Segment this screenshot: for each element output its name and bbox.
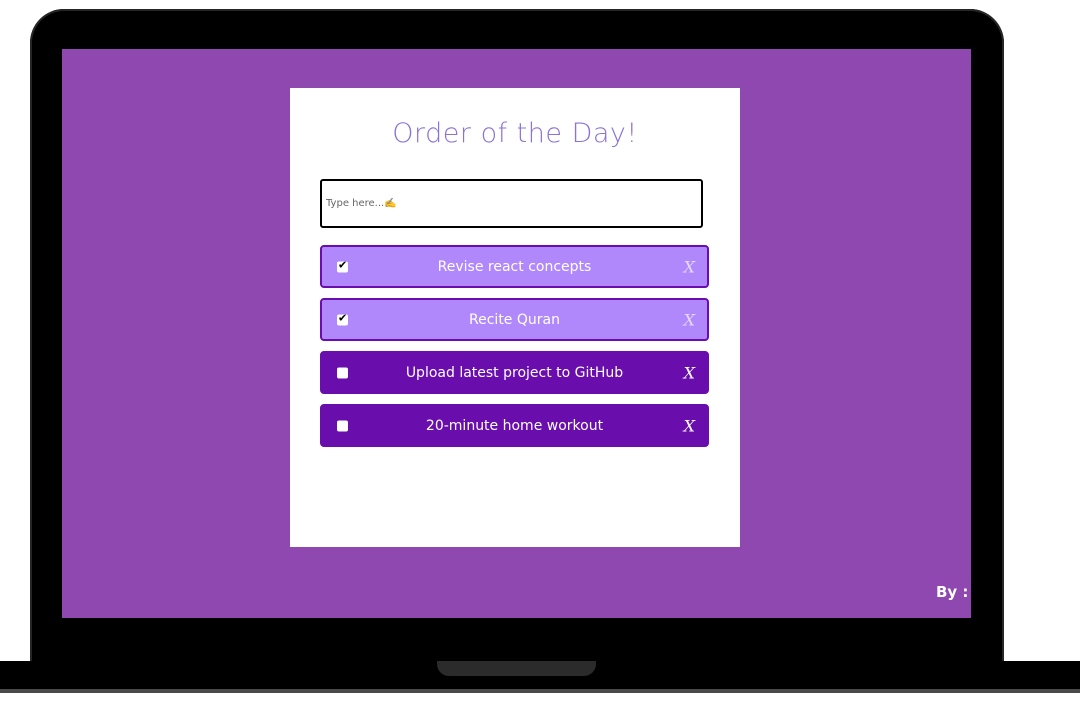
todo-item: ✔ Revise react concepts X [320, 245, 709, 288]
delete-button[interactable]: X [684, 310, 695, 329]
todo-label: 20-minute home workout [425, 417, 604, 434]
todo-item: 20-minute home workout X [320, 404, 709, 447]
todo-label: Upload latest project to GitHub [405, 364, 624, 381]
todo-list: ✔ Revise react concepts X ✔ Recite Quran… [320, 245, 709, 457]
task-input-field[interactable] [320, 179, 703, 228]
check-icon: ✔ [338, 258, 348, 271]
check-icon: ✔ [338, 311, 348, 324]
todo-checkbox[interactable]: ✔ [337, 258, 348, 272]
todo-label: Recite Quran [469, 311, 560, 328]
task-input[interactable] [322, 181, 701, 226]
todo-item: Upload latest project to GitHub X [320, 351, 709, 394]
delete-button[interactable]: X [684, 257, 695, 276]
delete-button[interactable]: X [684, 363, 695, 382]
author-credit: By : [936, 583, 969, 601]
todo-checkbox[interactable] [337, 367, 348, 378]
todo-card: Order of the Day! ✔ Revise react concept… [290, 88, 740, 547]
todo-label: Revise react concepts [437, 258, 592, 275]
laptop-notch [437, 661, 596, 676]
todo-checkbox[interactable]: ✔ [337, 311, 348, 325]
page-title: Order of the Day! [392, 118, 638, 149]
todo-checkbox[interactable] [337, 420, 348, 431]
todo-item: ✔ Recite Quran X [320, 298, 709, 341]
app-screen: Order of the Day! ✔ Revise react concept… [62, 49, 971, 618]
delete-button[interactable]: X [684, 416, 695, 435]
